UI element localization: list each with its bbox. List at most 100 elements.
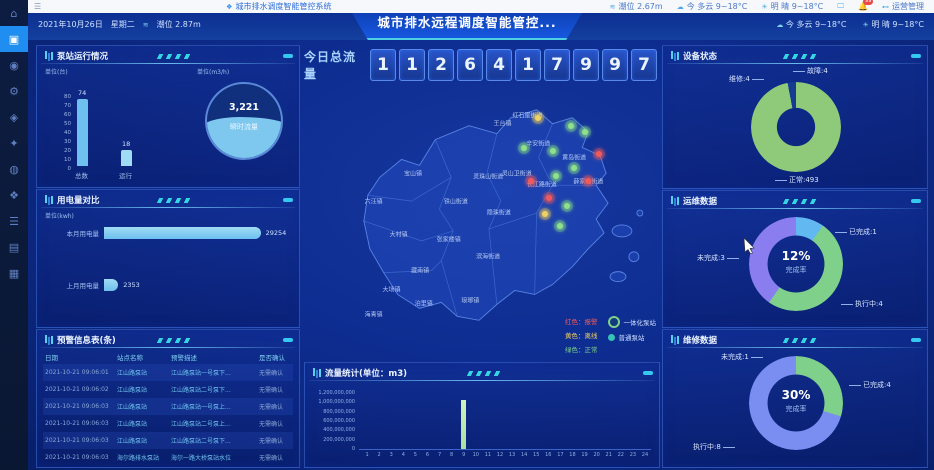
sidebar-item-pump[interactable]: ✦ bbox=[0, 130, 28, 156]
system-title: 城市排水调度智能管控系统 bbox=[235, 2, 332, 11]
header-decoration bbox=[783, 199, 820, 204]
ops-management-button[interactable]: ⊷ 运营管理 bbox=[882, 1, 924, 12]
alarm-row[interactable]: 2021-10-21 09:06:03 江山路泵站 江山路泵站一号泵上... 无需确认 bbox=[43, 398, 293, 415]
panel-title: 用电量对比 bbox=[57, 196, 100, 206]
alarm-cell: 无需确认 bbox=[259, 404, 284, 411]
flow-xtick: 23 bbox=[629, 452, 637, 458]
alarm-cell: 2021-10-21 09:06:03 bbox=[45, 437, 109, 444]
repair-doing-callout: 执行中:8 bbox=[693, 442, 737, 452]
alarm-cell: 2021-10-21 09:06:02 bbox=[45, 386, 109, 393]
sidebar-item-station[interactable]: ❖ bbox=[0, 182, 28, 208]
pump-ytick: 10 bbox=[64, 157, 71, 163]
normal-callout: 正常:493 bbox=[773, 175, 819, 185]
sun-icon: ☀ bbox=[761, 2, 768, 11]
valve-icon: ◍ bbox=[9, 162, 19, 176]
sidebar-item-dashboard[interactable]: ▣ bbox=[0, 26, 28, 52]
main-content: 泵站运行情况 单位(台) 单位(m3/h) 0 10 20 30 40 50 60 70 80 7… bbox=[28, 40, 934, 470]
header-weather-tomorrow-text: 明 晴 9~18°C bbox=[871, 20, 924, 29]
pump-ytick: 70 bbox=[64, 103, 71, 109]
alarm-cell: 江山路泵站 bbox=[117, 438, 148, 445]
sidebar-item-home[interactable]: ⌂ bbox=[0, 0, 28, 26]
map-station-point-red[interactable] bbox=[528, 178, 535, 185]
bar-chart-icon bbox=[671, 196, 673, 204]
map-station-point-green[interactable] bbox=[563, 203, 570, 210]
weather-today: ☁ 今 多云 9~18°C bbox=[677, 1, 748, 12]
flow-xtick: 16 bbox=[545, 452, 552, 458]
sidebar-item-device[interactable]: ◈ bbox=[0, 104, 28, 130]
legend-type-text: 普通泵站 bbox=[618, 334, 645, 342]
sidebar-item-settings[interactable]: ⚙ bbox=[0, 78, 28, 104]
map-station-point-yellow[interactable] bbox=[535, 114, 542, 121]
alarm-row[interactable]: 2021-10-21 09:06:01 江山路泵站 江山路泵站一号泵下... 无需确认 bbox=[43, 364, 293, 381]
pump-ytick: 0 bbox=[67, 166, 72, 172]
panel-title: 泵站运行情况 bbox=[57, 52, 109, 62]
map-station-point-green[interactable] bbox=[571, 164, 578, 171]
screen-mode-button[interactable]: 🖵 bbox=[837, 2, 844, 11]
repair-center-text: 30% 完成率 bbox=[749, 388, 843, 414]
alarm-row[interactable]: 2021-10-21 09:06:02 江山路泵站 江山路泵站二号泵下... 无需确认 bbox=[43, 381, 293, 398]
map-label: 灵珠山街道 bbox=[473, 173, 504, 181]
ops-data-panel: 运维数据 12% 完成率 已完成:1 未完成:3 执行中:4 bbox=[662, 190, 928, 328]
map-station-point-yellow[interactable] bbox=[542, 211, 549, 218]
alarm-row[interactable]: 2021-10-21 09:06:03 江山路泵站 江山路泵站二号泵下... 无需确认 bbox=[43, 432, 293, 449]
bar-chart-icon bbox=[45, 51, 47, 59]
pump-ytick: 50 bbox=[64, 121, 71, 127]
system-title-group: ❖ 城市排水调度智能管控系统 bbox=[226, 1, 331, 12]
flow-xtick: 24 bbox=[641, 452, 649, 458]
sidebar-item-monitor[interactable]: ◉ bbox=[0, 52, 28, 78]
map-label: 大场镇 bbox=[382, 286, 401, 294]
map-station-point-green[interactable] bbox=[581, 128, 588, 135]
map-station-point-red[interactable] bbox=[585, 178, 592, 185]
flow-xtick: 15 bbox=[533, 452, 540, 458]
flow-bar-chart: 0 200,000,000 400,000,000 600,000,000 800,00… bbox=[305, 381, 659, 467]
notification-badge: 99 bbox=[863, 0, 874, 5]
flow-ytick: 1,200,000,000 bbox=[318, 390, 355, 396]
alarm-cell: 海尔一路大桥泵站水位 bbox=[171, 455, 232, 462]
power-row-label: 本月用电量 bbox=[66, 230, 100, 238]
flow-bar-day-9 bbox=[461, 400, 467, 449]
alarm-col-0: 日期 bbox=[45, 354, 58, 362]
sidebar-item-config[interactable]: ▦ bbox=[0, 260, 28, 286]
map-station-point-red[interactable] bbox=[546, 194, 553, 201]
legend-status-col: 红色：报警 黄色：离线 绿色：正常 bbox=[565, 316, 598, 354]
map-label: 大村镇 bbox=[389, 231, 408, 239]
fault-callout: 故障:4 bbox=[791, 66, 828, 76]
power-row-bar bbox=[104, 279, 119, 291]
header-weekday: 星期二 bbox=[110, 20, 135, 29]
alarm-row[interactable]: 2021-10-21 09:06:03 海尔路排水泵站 海尔一路大桥泵站水位 无需确认 bbox=[43, 449, 293, 466]
map-station-point-green[interactable] bbox=[520, 145, 527, 152]
sidebar-item-valve[interactable]: ◍ bbox=[0, 156, 28, 182]
map-label: 藏南镇 bbox=[411, 267, 430, 275]
repair-todo-callout: 未完成:1 bbox=[721, 352, 765, 362]
ops-percent: 12% bbox=[781, 249, 811, 263]
map-label: 琅琊镇 bbox=[461, 297, 480, 305]
panel-header: 流量统计(单位：m3) bbox=[305, 363, 659, 381]
map-station-point-red[interactable] bbox=[596, 150, 603, 157]
collapse-menu-icon[interactable]: ☰ bbox=[34, 2, 41, 11]
bar-chart-icon bbox=[671, 335, 673, 343]
unit-label-left: 单位(台) bbox=[45, 69, 68, 76]
header-cap bbox=[911, 199, 921, 203]
legend-status-text: 红色：报警 bbox=[565, 318, 598, 326]
home-icon: ⌂ bbox=[10, 6, 18, 20]
cloud-icon: ☁ bbox=[776, 21, 784, 29]
ops-done-callout: 已完成:1 bbox=[833, 227, 877, 237]
map-station-point-green[interactable] bbox=[549, 148, 556, 154]
panel-header: 预警信息表(条) bbox=[37, 330, 299, 348]
map-station-point-green[interactable] bbox=[567, 123, 574, 130]
alarm-cell: 无需确认 bbox=[259, 370, 284, 377]
map-station-point-green[interactable] bbox=[553, 172, 560, 179]
map-station-point-green[interactable] bbox=[556, 222, 563, 229]
flow-ytick: 400,000,000 bbox=[323, 427, 355, 434]
sidebar-item-report[interactable]: ▤ bbox=[0, 234, 28, 260]
tide-text: 潮位 2.67m bbox=[618, 2, 663, 11]
alarm-col-2: 预警描述 bbox=[171, 354, 197, 362]
notifications-button[interactable]: 🔔 99 bbox=[858, 0, 874, 11]
alarm-cell: 2021-10-21 09:06:03 bbox=[45, 420, 109, 427]
sidebar: ⌂ ▣ ◉ ⚙ ◈ ✦ ◍ ❖ ☰ ▤ ▦ bbox=[0, 0, 28, 470]
flow-digit-1: 1 bbox=[399, 49, 425, 81]
sidebar-item-list[interactable]: ☰ bbox=[0, 208, 28, 234]
alarm-row[interactable]: 2021-10-21 09:06:03 江山路泵站 江山路泵站二号泵上... 无需确认 bbox=[43, 415, 293, 432]
alarm-cell: 江山路泵站一号泵下... bbox=[171, 370, 231, 377]
header-cap bbox=[643, 371, 653, 375]
